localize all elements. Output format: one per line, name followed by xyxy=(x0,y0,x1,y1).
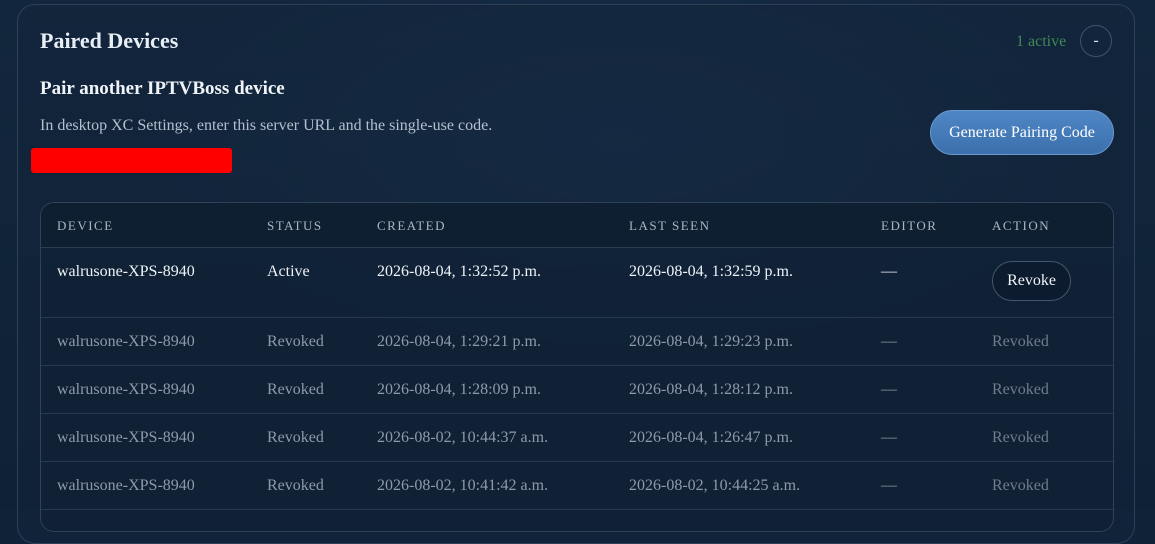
header-last-seen: LAST SEEN xyxy=(629,218,711,233)
cell-action: Revoked xyxy=(992,381,1049,398)
cell-status: Revoked xyxy=(267,381,324,398)
panel-title: Paired Devices xyxy=(40,28,179,53)
table-row: walrusone-XPS-8940 Revoked 2026-08-04, 1… xyxy=(41,317,1113,366)
cell-last-seen: 2026-08-04, 1:28:12 p.m. xyxy=(629,381,793,398)
table-row: walrusone-XPS-8940 Revoked 2026-08-02, 1… xyxy=(41,461,1113,510)
cell-device: walrusone-XPS-8940 xyxy=(57,263,195,280)
collapse-button[interactable]: - xyxy=(1080,25,1112,57)
cell-action: Revoked xyxy=(992,429,1049,446)
active-count-badge: 1 active xyxy=(1016,33,1067,50)
header-status: STATUS xyxy=(267,218,323,233)
cell-last-seen: 2026-08-04, 1:32:59 p.m. xyxy=(629,263,793,280)
cell-device: walrusone-XPS-8940 xyxy=(57,477,195,494)
header-created: CREATED xyxy=(377,218,446,233)
header-device: DEVICE xyxy=(57,218,114,233)
cell-status: Revoked xyxy=(267,429,324,446)
cell-editor: — xyxy=(881,381,897,398)
cell-device: walrusone-XPS-8940 xyxy=(57,381,195,398)
cell-last-seen: 2026-08-02, 10:44:25 a.m. xyxy=(629,477,801,494)
table-row: walrusone-XPS-8940 Active 2026-08-04, 1:… xyxy=(41,247,1113,318)
cell-status: Revoked xyxy=(267,477,324,494)
pairing-description: In desktop XC Settings, enter this serve… xyxy=(40,117,493,134)
cell-created: 2026-08-04, 1:29:21 p.m. xyxy=(377,333,541,350)
cell-last-seen: 2026-08-04, 1:29:23 p.m. xyxy=(629,333,793,350)
generate-pairing-code-button[interactable]: Generate Pairing Code xyxy=(930,110,1114,155)
cell-editor: — xyxy=(881,429,897,446)
cell-action: Revoked xyxy=(992,477,1049,494)
cell-created: 2026-08-02, 10:41:42 a.m. xyxy=(377,477,549,494)
cell-status: Revoked xyxy=(267,333,324,350)
cell-device: walrusone-XPS-8940 xyxy=(57,333,195,350)
header-editor: EDITOR xyxy=(881,218,938,233)
cell-editor: — xyxy=(881,333,897,350)
cell-created: 2026-08-04, 1:32:52 p.m. xyxy=(377,263,541,280)
pairing-title: Pair another IPTVBoss device xyxy=(40,78,285,99)
table-header: DEVICE STATUS CREATED LAST SEEN EDITOR A… xyxy=(41,203,1113,248)
cell-last-seen: 2026-08-04, 1:26:47 p.m. xyxy=(629,429,793,446)
cell-editor: — xyxy=(881,477,897,494)
revoke-button[interactable]: Revoke xyxy=(992,261,1071,301)
header-action: ACTION xyxy=(992,218,1051,233)
cell-status: Active xyxy=(267,263,310,280)
cell-action: Revoked xyxy=(992,333,1049,350)
redacted-server-url xyxy=(31,148,232,173)
devices-table: DEVICE STATUS CREATED LAST SEEN EDITOR A… xyxy=(40,202,1114,532)
cell-created: 2026-08-04, 1:28:09 p.m. xyxy=(377,381,541,398)
table-row: walrusone-XPS-8940 Revoked 2026-08-02, 1… xyxy=(41,413,1113,462)
cell-editor: — xyxy=(881,263,897,280)
cell-created: 2026-08-02, 10:44:37 a.m. xyxy=(377,429,549,446)
table-row: walrusone-XPS-8940 Revoked 2026-08-04, 1… xyxy=(41,365,1113,414)
cell-device: walrusone-XPS-8940 xyxy=(57,429,195,446)
